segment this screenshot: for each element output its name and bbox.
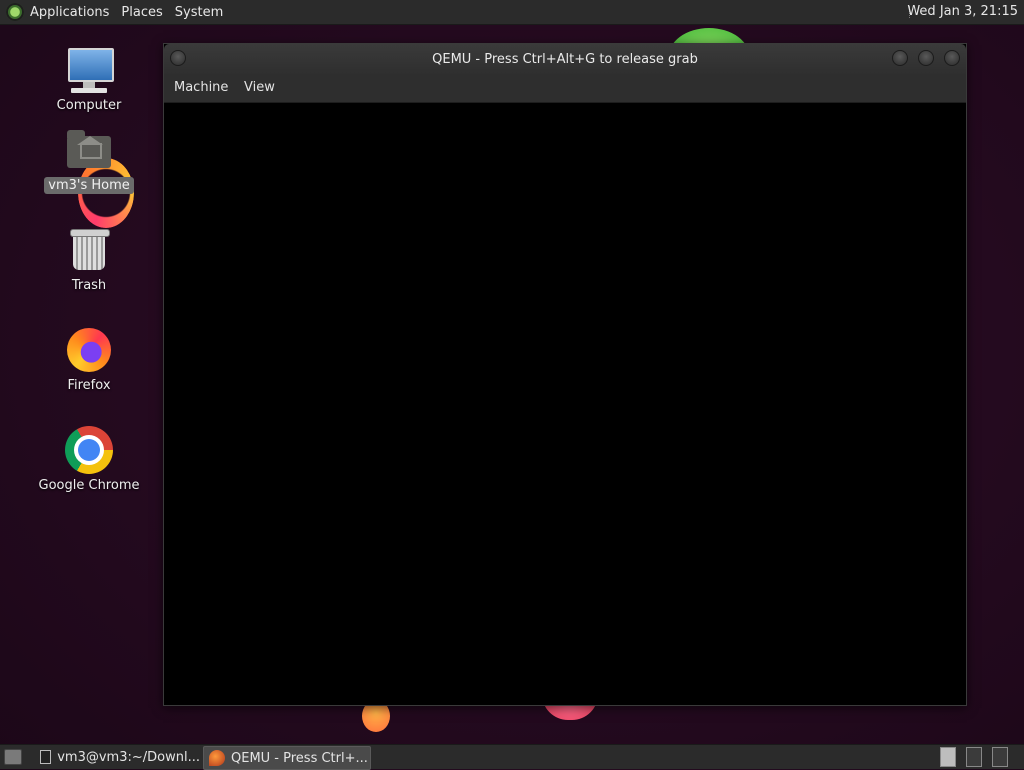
- qemu-icon: [209, 750, 225, 766]
- desktop-icon-home[interactable]: vm3's Home: [24, 126, 154, 194]
- clock[interactable]: Wed Jan 3, 21:15: [907, 4, 1018, 19]
- qemu-window: QEMU - Press Ctrl+Alt+G to release grab …: [163, 43, 967, 706]
- system-menu[interactable]: System: [169, 5, 229, 20]
- close-button[interactable]: [944, 50, 960, 66]
- chrome-icon: [65, 426, 113, 474]
- taskbar-item-label: vm3@vm3:~/Downl...: [57, 749, 200, 765]
- desktop-icon-label: Trash: [71, 278, 107, 293]
- desktop-icon-label: Google Chrome: [38, 478, 140, 493]
- workspace-2[interactable]: [966, 747, 982, 767]
- vm-display[interactable]: [164, 103, 966, 705]
- maximize-button[interactable]: [918, 50, 934, 66]
- computer-icon: [65, 46, 114, 94]
- window-title: QEMU - Press Ctrl+Alt+G to release grab: [432, 52, 698, 67]
- trash-icon: [65, 226, 113, 274]
- desktop-icon-label: vm3's Home: [44, 177, 134, 194]
- menu-machine[interactable]: Machine: [174, 80, 228, 95]
- minimize-button[interactable]: [892, 50, 908, 66]
- taskbar-item-label: QEMU - Press Ctrl+...: [231, 750, 368, 766]
- home-folder-icon: [65, 126, 113, 174]
- workspace-1[interactable]: [940, 747, 956, 767]
- desktop-icon-chrome[interactable]: Google Chrome: [24, 426, 154, 494]
- desktop-icon-label: Firefox: [67, 378, 111, 393]
- top-panel: Applications Places System Wed Jan 3, 21…: [0, 0, 1024, 25]
- desktop-icon-computer[interactable]: Computer: [24, 46, 154, 114]
- bottom-panel: vm3@vm3:~/Downl... QEMU - Press Ctrl+...: [0, 744, 1024, 770]
- workspace-3[interactable]: [992, 747, 1008, 767]
- desktop-icon-label: Computer: [56, 98, 122, 113]
- window-menubar: Machine View: [164, 74, 966, 103]
- firefox-icon: [65, 326, 113, 374]
- desktop-icon-firefox[interactable]: Firefox: [24, 326, 154, 394]
- taskbar-item-terminal[interactable]: vm3@vm3:~/Downl...: [34, 746, 200, 768]
- window-titlebar[interactable]: QEMU - Press Ctrl+Alt+G to release grab: [164, 44, 966, 74]
- terminal-icon: [40, 750, 52, 764]
- show-desktop-button[interactable]: [4, 749, 22, 765]
- desktop-icon-trash[interactable]: Trash: [24, 226, 154, 294]
- applications-menu[interactable]: Applications: [24, 5, 115, 20]
- menu-view[interactable]: View: [244, 80, 275, 95]
- taskbar-item-qemu[interactable]: QEMU - Press Ctrl+...: [203, 746, 371, 770]
- places-menu[interactable]: Places: [115, 5, 168, 20]
- mate-logo-icon[interactable]: [6, 3, 24, 21]
